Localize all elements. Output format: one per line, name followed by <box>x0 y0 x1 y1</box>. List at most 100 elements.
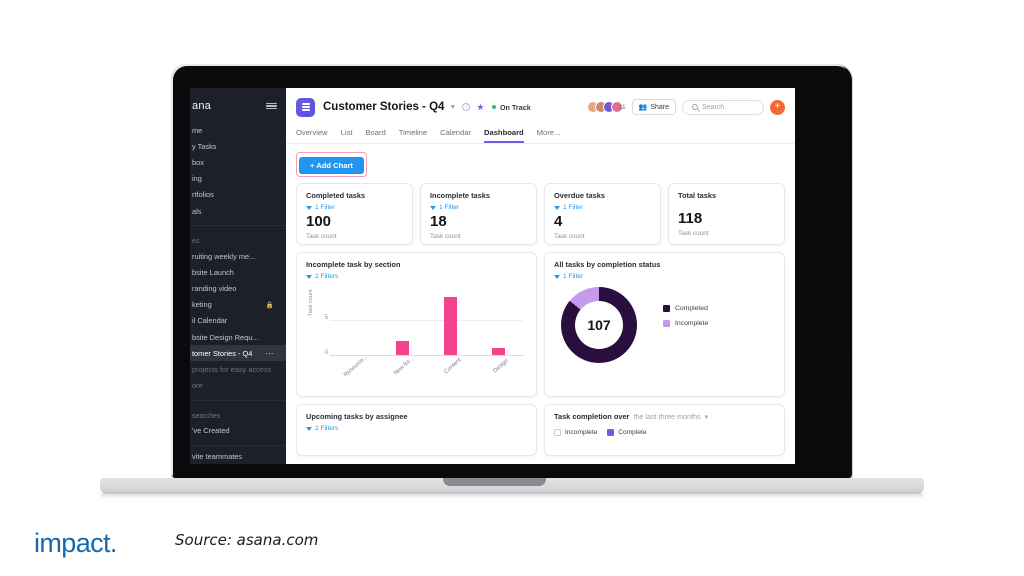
bar-column[interactable] <box>330 283 378 355</box>
tab-dashboard[interactable]: Dashboard <box>484 128 524 143</box>
filter-label: 1 Filter <box>563 273 584 280</box>
sidebar-divider <box>190 225 286 227</box>
legend-label: Completed <box>675 305 708 312</box>
add-chart-button[interactable]: + Add Chart <box>299 157 364 174</box>
sidebar-item-reporting[interactable]: ing <box>190 171 286 187</box>
chart-card-upcoming-by-assignee[interactable]: Upcoming tasks by assignee 2 Filters <box>296 404 537 456</box>
bar[interactable] <box>492 347 506 355</box>
tab-list[interactable]: List <box>341 128 353 143</box>
metric-card-total-tasks[interactable]: Total tasks 118 Task count <box>668 183 785 245</box>
sidebar-divider-3 <box>190 445 286 446</box>
chart-card-completion-status[interactable]: All tasks by completion status 1 Filter … <box>544 252 785 397</box>
filter-label: 2 Filters <box>315 273 339 280</box>
filter-chip[interactable]: 2 Filters <box>306 273 527 280</box>
sidebar-item-portfolios[interactable]: rtfolios <box>190 187 286 203</box>
bar-column[interactable] <box>475 283 523 355</box>
sidebar-project-branding-video[interactable]: randing video <box>190 281 286 297</box>
card-title: Completed tasks <box>306 191 366 200</box>
star-icon[interactable]: ★ <box>476 102 484 113</box>
bar-column[interactable] <box>378 283 426 355</box>
chevron-down-icon[interactable]: ▾ <box>705 412 709 421</box>
tab-board[interactable]: Board <box>365 128 385 143</box>
chart-card-incomplete-by-section[interactable]: Incomplete task by section 2 Filters Tas… <box>296 252 537 397</box>
sidebar-project-marketing[interactable]: keting 🔒 <box>190 297 286 313</box>
sidebar-item-label: bsite Design Requ... <box>192 332 259 342</box>
status-badge[interactable]: On Track <box>492 102 531 112</box>
hamburger-icon[interactable] <box>266 102 278 110</box>
chart-card-task-completion-over-time[interactable]: Task completion over the last three mont… <box>544 404 785 456</box>
metric-card-overdue-tasks[interactable]: Overdue tasks 1 Filter 4 Task count <box>544 183 661 245</box>
metric-subtitle: Task count <box>306 233 337 240</box>
chevron-down-icon[interactable]: ▼ <box>449 104 456 111</box>
checkbox-complete[interactable]: Complete <box>607 429 647 436</box>
sidebar-project-customer-stories-q4[interactable]: tomer Stories - Q4 ⋯ <box>190 345 286 362</box>
sidebar-item-label: ruiting weekly me... <box>192 251 256 261</box>
sidebar-project-recruiting[interactable]: ruiting weekly me... <box>190 248 286 264</box>
project-header: Customer Stories - Q4 ▼ i ★ On Track 11 <box>286 88 795 126</box>
info-icon[interactable]: i <box>462 103 471 111</box>
laptop-screen: ana me y Tasks box ing rtfolios als es r… <box>190 88 795 464</box>
avatar-stack[interactable]: 11 <box>586 101 626 113</box>
screenshot-stage: ana me y Tasks box ing rtfolios als es r… <box>0 0 1024 576</box>
filter-icon <box>430 205 436 210</box>
filter-chip[interactable]: 1 Filter <box>554 204 651 211</box>
y-tick-0: 0 <box>324 350 328 356</box>
sidebar-item-goals[interactable]: als <box>190 203 286 219</box>
metric-subtitle: Task count <box>678 230 709 237</box>
filter-chip[interactable]: 2 Filters <box>306 425 527 432</box>
legend-item-incomplete[interactable]: Incomplete <box>663 320 708 327</box>
checkbox-incomplete[interactable]: Incomplete <box>554 429 597 436</box>
sidebar-divider-2 <box>190 399 286 401</box>
tab-calendar[interactable]: Calendar <box>440 128 471 143</box>
metric-subtitle: Task count <box>430 233 461 240</box>
sidebar-item-home[interactable]: me <box>190 122 286 138</box>
tab-more[interactable]: More... <box>537 128 561 143</box>
impact-logo: impact. <box>34 528 117 558</box>
bar[interactable] <box>444 297 458 355</box>
add-chart-selection-outline: + Add Chart <box>296 152 367 177</box>
sidebar-invite-teammates[interactable]: vite teammates <box>190 448 286 464</box>
metric-value: 4 <box>554 213 563 230</box>
sidebar-project-editorial-calendar[interactable]: il Calendar <box>190 313 286 329</box>
people-icon: 👥 <box>638 104 648 111</box>
tab-timeline[interactable]: Timeline <box>399 128 427 143</box>
filter-chip[interactable]: 1 Filter <box>306 204 403 211</box>
sidebar-item-label: vite teammates <box>192 451 243 461</box>
bars <box>330 283 523 355</box>
y-axis-label: Task count <box>308 289 314 316</box>
legend-item-completed[interactable]: Completed <box>663 305 708 312</box>
sidebar-search-ive-created[interactable]: 've Created <box>190 423 286 439</box>
filter-label: 1 Filter <box>563 204 584 211</box>
sidebar-item-label: tomer Stories - Q4 <box>192 348 253 358</box>
add-button[interactable]: + <box>770 99 785 115</box>
source-caption: Source: asana.com <box>175 531 319 549</box>
bar-chart: Task count 5 0 Resource... New for... Co… <box>306 282 527 388</box>
metric-card-incomplete-tasks[interactable]: Incomplete tasks 1 Filter 18 Task count <box>420 183 537 245</box>
sidebar-item-inbox[interactable]: box <box>190 154 286 170</box>
status-label: On Track <box>499 102 531 112</box>
share-button[interactable]: 👥 Share <box>631 99 676 115</box>
sidebar-item-my-tasks[interactable]: y Tasks <box>190 138 286 154</box>
sidebar-item-label: ing <box>192 174 202 184</box>
sidebar-item-label: ore <box>192 381 203 391</box>
sidebar-project-website-design-requests[interactable]: bsite Design Requ... <box>190 329 286 345</box>
sidebar-show-more[interactable]: ore <box>190 378 286 394</box>
range-label[interactable]: the last three months <box>633 412 700 421</box>
more-options-icon[interactable]: ⋯ <box>266 349 279 358</box>
checkbox-label: Incomplete <box>565 429 598 436</box>
bar-column[interactable] <box>427 283 475 355</box>
metric-card-completed-tasks[interactable]: Completed tasks 1 Filter 100 Task count <box>296 183 413 245</box>
sidebar-project-website-launch[interactable]: bsite Launch <box>190 264 286 280</box>
toolbar: + Add Chart <box>286 144 795 181</box>
card-title: Incomplete tasks <box>430 191 490 200</box>
filter-chip[interactable]: 1 Filter <box>554 273 775 280</box>
x-label-slot: New for... <box>378 356 426 394</box>
checkbox-icon <box>607 429 615 436</box>
tab-overview[interactable]: Overview <box>296 128 328 143</box>
bar[interactable] <box>395 340 409 355</box>
search-input[interactable]: Search <box>682 99 764 115</box>
x-tick-label: Resource... <box>343 354 370 379</box>
header-actions: 11 👥 Share Search + <box>586 99 785 115</box>
filter-chip[interactable]: 1 Filter <box>430 204 527 211</box>
metric-value: 18 <box>430 213 447 230</box>
